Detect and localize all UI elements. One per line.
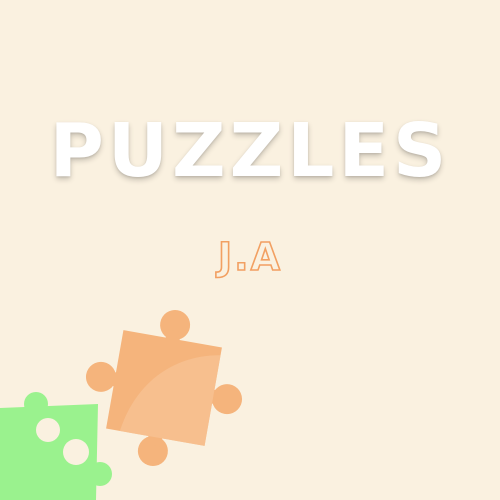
page-title: PUZZLES [49, 108, 451, 194]
green-puzzle-piece-icon [0, 392, 112, 500]
orange-puzzle-piece-icon [85, 309, 243, 467]
poster-canvas: PUZZLES J.A [0, 0, 500, 500]
author-initials: J.A [217, 235, 282, 279]
